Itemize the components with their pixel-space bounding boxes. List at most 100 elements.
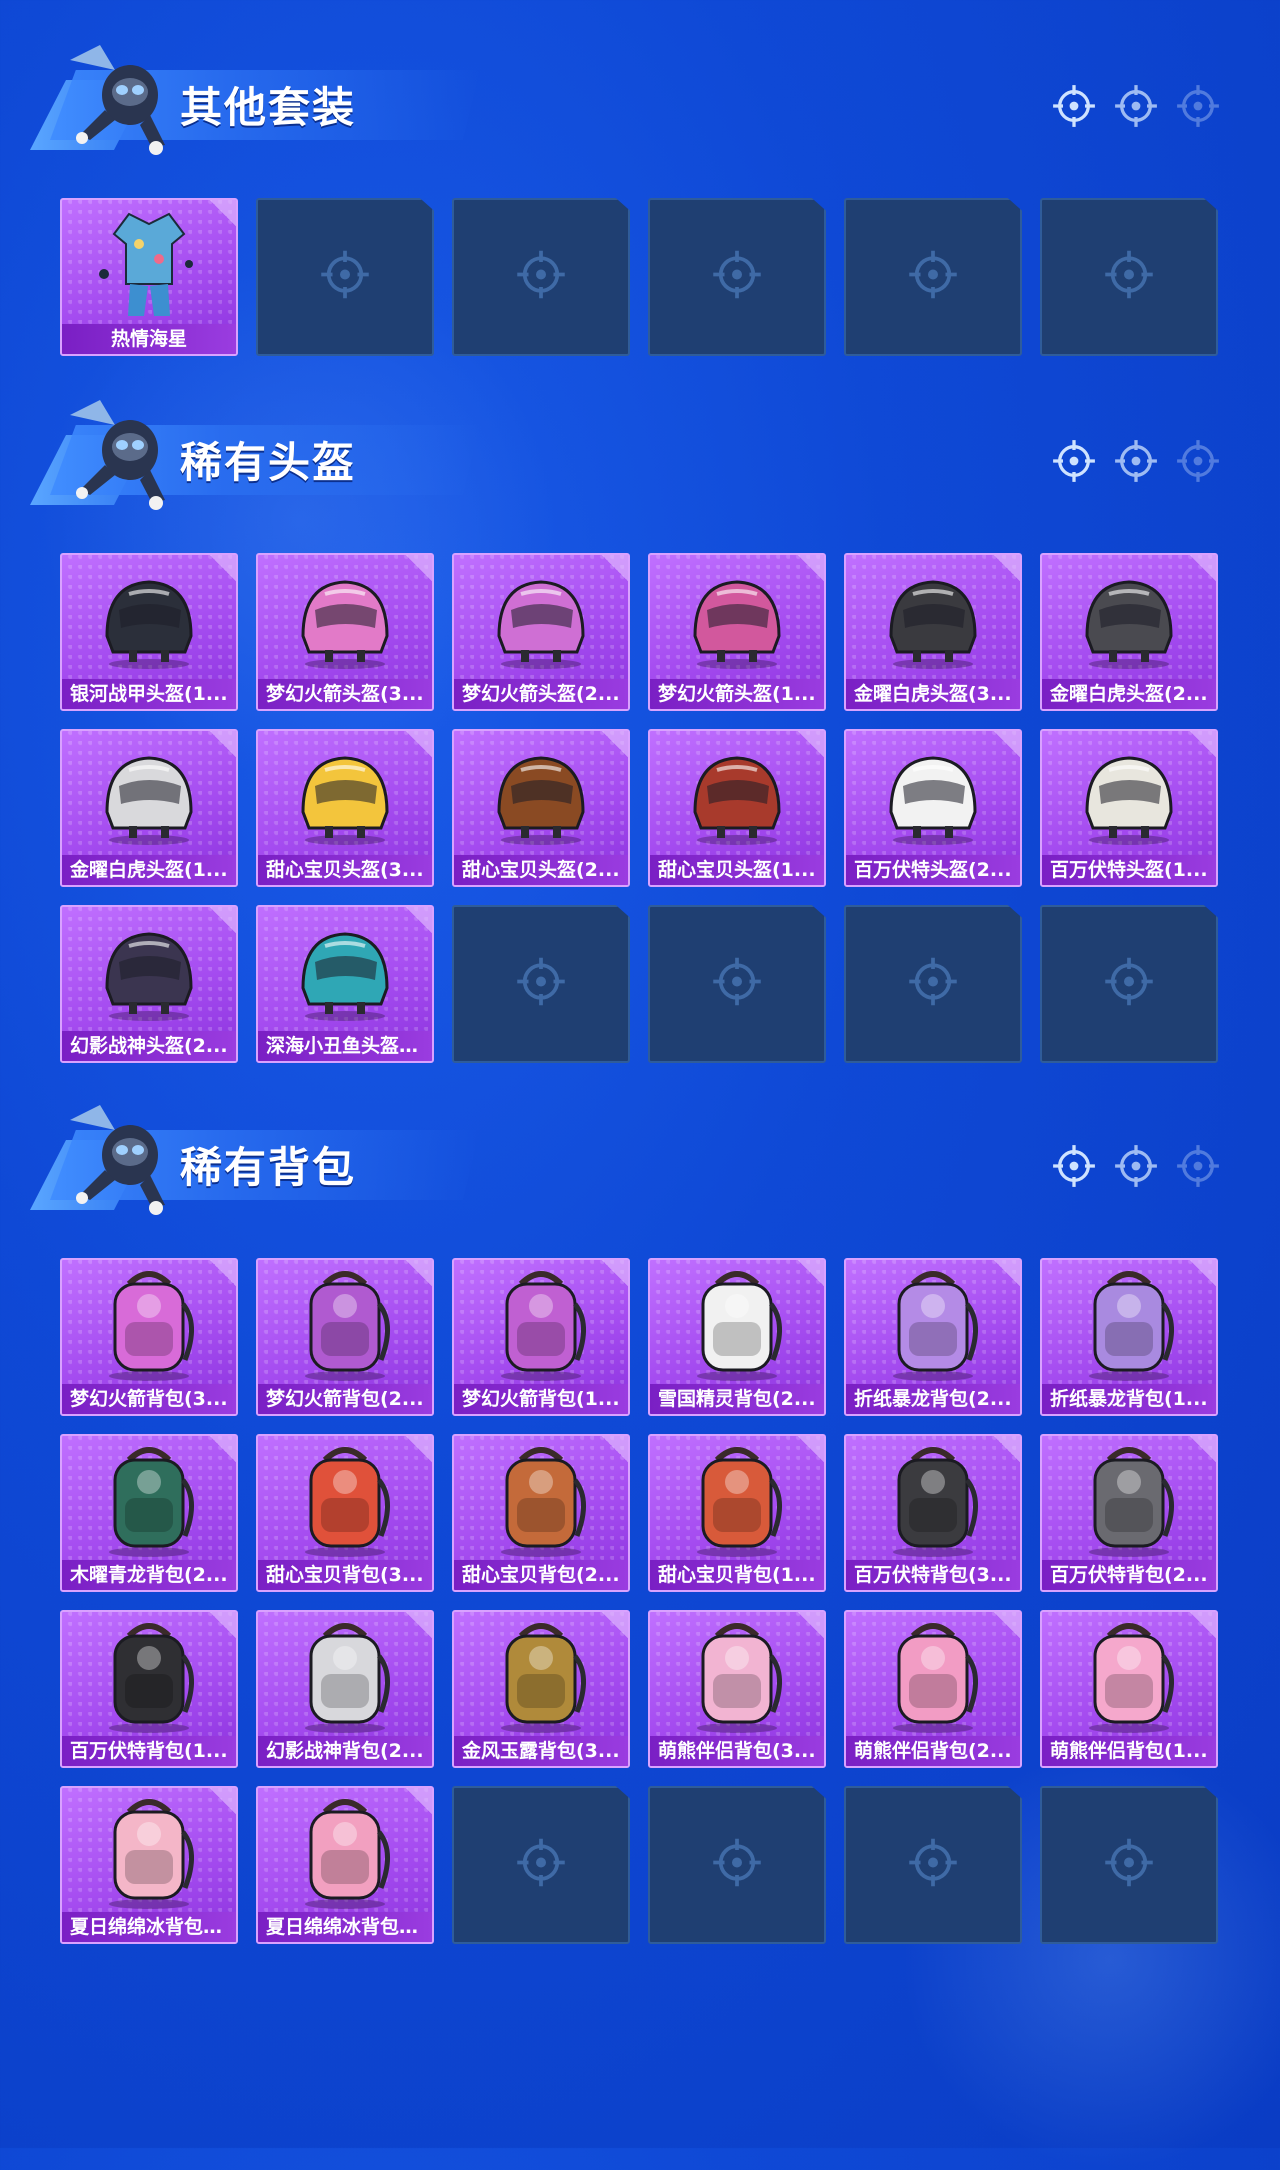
item-label: 梦幻火箭背包(1... bbox=[454, 1384, 628, 1414]
backpack-icon bbox=[454, 1260, 628, 1388]
crosshair-icon bbox=[1176, 1144, 1220, 1188]
item-label: 金曜白虎头盔(2... bbox=[1042, 679, 1216, 709]
empty-slot bbox=[452, 198, 630, 356]
item-card[interactable]: 百万伏特头盔(2... bbox=[844, 729, 1022, 887]
crosshair-icon bbox=[712, 250, 762, 305]
crosshair-icon bbox=[1176, 84, 1220, 128]
backpack-icon bbox=[650, 1260, 824, 1388]
item-label: 百万伏特头盔(1... bbox=[1042, 855, 1216, 885]
item-card[interactable]: 甜心宝贝头盔(3... bbox=[256, 729, 434, 887]
crosshair-icon bbox=[516, 250, 566, 305]
parachute-mascot-icon bbox=[60, 1100, 190, 1220]
backpack-icon bbox=[258, 1436, 432, 1564]
item-label: 金曜白虎头盔(1... bbox=[62, 855, 236, 885]
item-label: 梦幻火箭背包(3... bbox=[62, 1384, 236, 1414]
helmet-icon bbox=[454, 555, 628, 683]
item-card[interactable]: 金曜白虎头盔(3... bbox=[844, 553, 1022, 711]
backpack-icon bbox=[1042, 1436, 1216, 1564]
item-card[interactable]: 梦幻火箭头盔(2... bbox=[452, 553, 630, 711]
item-card[interactable]: 夏日绵绵冰背包(... bbox=[60, 1786, 238, 1944]
helmet-icon bbox=[1042, 555, 1216, 683]
item-card[interactable]: 金风玉露背包(3... bbox=[452, 1610, 630, 1768]
backpack-icon bbox=[846, 1260, 1020, 1388]
section-header: 其他套装 bbox=[30, 40, 1280, 160]
item-label: 热情海星 bbox=[62, 324, 236, 354]
item-label: 甜心宝贝头盔(1... bbox=[650, 855, 824, 885]
item-label: 木曜青龙背包(2... bbox=[62, 1560, 236, 1590]
crosshair-icon bbox=[1052, 1144, 1096, 1188]
helmet-icon bbox=[650, 731, 824, 859]
backpack-icon bbox=[1042, 1612, 1216, 1740]
item-card[interactable]: 百万伏特背包(1... bbox=[60, 1610, 238, 1768]
item-card[interactable]: 百万伏特背包(3... bbox=[844, 1434, 1022, 1592]
item-card[interactable]: 甜心宝贝背包(2... bbox=[452, 1434, 630, 1592]
backpack-icon bbox=[258, 1260, 432, 1388]
backpack-icon bbox=[454, 1436, 628, 1564]
item-label: 梦幻火箭头盔(3... bbox=[258, 679, 432, 709]
helmet-icon bbox=[258, 731, 432, 859]
empty-slot bbox=[256, 198, 434, 356]
helmet-icon bbox=[846, 555, 1020, 683]
item-card[interactable]: 银河战甲头盔(1... bbox=[60, 553, 238, 711]
backpack-icon bbox=[258, 1788, 432, 1916]
item-card[interactable]: 梦幻火箭背包(3... bbox=[60, 1258, 238, 1416]
item-card[interactable]: 热情海星 bbox=[60, 198, 238, 356]
parachute-mascot-icon bbox=[60, 40, 190, 160]
item-card[interactable]: 甜心宝贝背包(1... bbox=[648, 1434, 826, 1592]
item-card[interactable]: 萌熊伴侣背包(2... bbox=[844, 1610, 1022, 1768]
item-label: 梦幻火箭背包(2... bbox=[258, 1384, 432, 1414]
empty-slot bbox=[844, 1786, 1022, 1944]
item-card[interactable]: 甜心宝贝头盔(1... bbox=[648, 729, 826, 887]
item-label: 甜心宝贝头盔(3... bbox=[258, 855, 432, 885]
item-card[interactable]: 幻影战神头盔(2... bbox=[60, 905, 238, 1063]
crosshair-icon bbox=[1052, 84, 1096, 128]
backpack-icon bbox=[62, 1436, 236, 1564]
helmet-icon bbox=[454, 731, 628, 859]
item-label: 夏日绵绵冰背包(... bbox=[258, 1912, 432, 1942]
backpack-icon bbox=[62, 1612, 236, 1740]
crosshair-icon bbox=[1176, 439, 1220, 483]
helmet-icon bbox=[62, 907, 236, 1035]
item-card[interactable]: 折纸暴龙背包(1... bbox=[1040, 1258, 1218, 1416]
item-card[interactable]: 幻影战神背包(2... bbox=[256, 1610, 434, 1768]
crosshair-icon bbox=[1052, 439, 1096, 483]
item-card[interactable]: 梦幻火箭背包(2... bbox=[256, 1258, 434, 1416]
item-label: 甜心宝贝背包(1... bbox=[650, 1560, 824, 1590]
empty-slot bbox=[1040, 198, 1218, 356]
crosshair-icon bbox=[1114, 439, 1158, 483]
item-card[interactable]: 金曜白虎头盔(2... bbox=[1040, 553, 1218, 711]
item-grid: 银河战甲头盔(1... 梦幻火箭头盔(3... 梦幻火箭头盔(2... 梦幻火箭… bbox=[60, 553, 1218, 1063]
item-label: 百万伏特背包(2... bbox=[1042, 1560, 1216, 1590]
empty-slot bbox=[648, 905, 826, 1063]
item-card[interactable]: 折纸暴龙背包(2... bbox=[844, 1258, 1022, 1416]
item-card[interactable]: 梦幻火箭背包(1... bbox=[452, 1258, 630, 1416]
backpack-icon bbox=[62, 1260, 236, 1388]
item-card[interactable]: 雪国精灵背包(2... bbox=[648, 1258, 826, 1416]
item-grid: 梦幻火箭背包(3... 梦幻火箭背包(2... 梦幻火箭背包(1... 雪国精灵… bbox=[60, 1258, 1218, 1944]
item-card[interactable]: 深海小丑鱼头盔(... bbox=[256, 905, 434, 1063]
item-label: 梦幻火箭头盔(1... bbox=[650, 679, 824, 709]
item-card[interactable]: 萌熊伴侣背包(3... bbox=[648, 1610, 826, 1768]
item-label: 百万伏特背包(3... bbox=[846, 1560, 1020, 1590]
item-card[interactable]: 百万伏特头盔(1... bbox=[1040, 729, 1218, 887]
item-card[interactable]: 萌熊伴侣背包(1... bbox=[1040, 1610, 1218, 1768]
item-card[interactable]: 金曜白虎头盔(1... bbox=[60, 729, 238, 887]
backpack-icon bbox=[62, 1788, 236, 1916]
item-card[interactable]: 甜心宝贝背包(3... bbox=[256, 1434, 434, 1592]
section-header: 稀有背包 bbox=[30, 1100, 1280, 1220]
crosshair-icon bbox=[320, 250, 370, 305]
item-label: 银河战甲头盔(1... bbox=[62, 679, 236, 709]
item-label: 幻影战神头盔(2... bbox=[62, 1031, 236, 1061]
item-card[interactable]: 梦幻火箭头盔(3... bbox=[256, 553, 434, 711]
item-card[interactable]: 甜心宝贝头盔(2... bbox=[452, 729, 630, 887]
item-card[interactable]: 木曜青龙背包(2... bbox=[60, 1434, 238, 1592]
item-card[interactable]: 梦幻火箭头盔(1... bbox=[648, 553, 826, 711]
item-grid: 热情海星 bbox=[60, 198, 1218, 356]
header-reticles bbox=[1052, 439, 1220, 483]
item-label: 萌熊伴侣背包(1... bbox=[1042, 1736, 1216, 1766]
crosshair-icon bbox=[1114, 1144, 1158, 1188]
item-card[interactable]: 夏日绵绵冰背包(... bbox=[256, 1786, 434, 1944]
item-label: 金曜白虎头盔(3... bbox=[846, 679, 1020, 709]
item-card[interactable]: 百万伏特背包(2... bbox=[1040, 1434, 1218, 1592]
crosshair-icon bbox=[1104, 250, 1154, 305]
